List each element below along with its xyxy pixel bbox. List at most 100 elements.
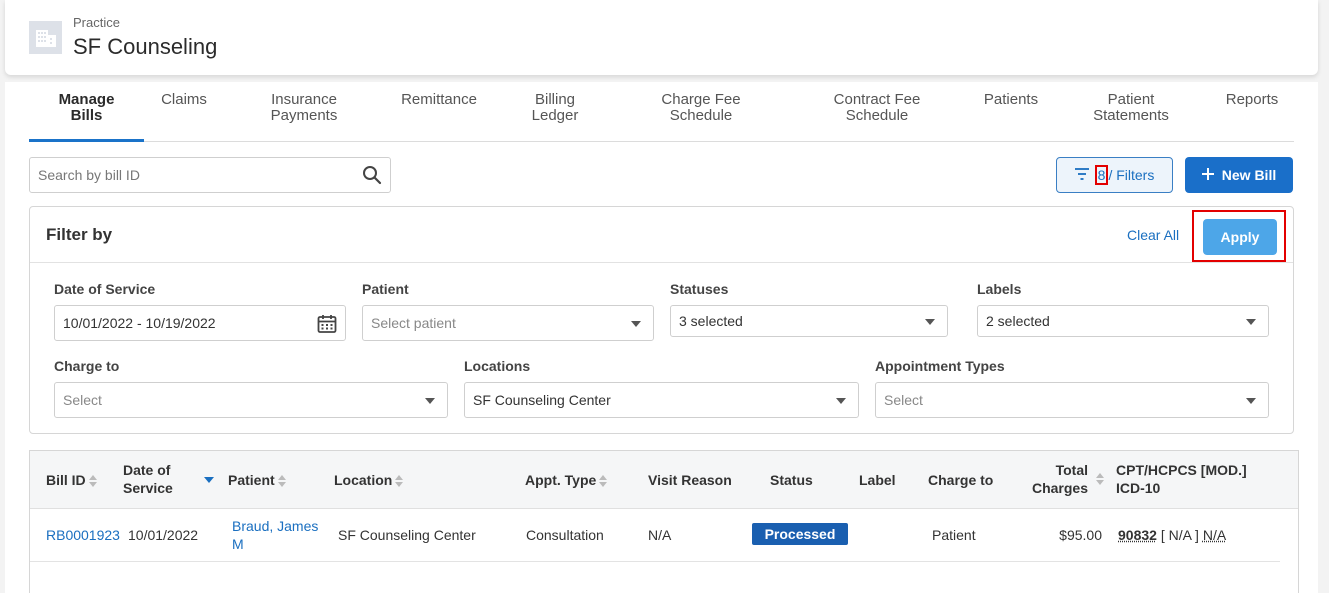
status-badge: Processed (752, 523, 848, 545)
sort-icon[interactable] (88, 475, 97, 488)
calendar-icon[interactable] (317, 314, 337, 337)
tab-claims[interactable]: Claims (149, 92, 219, 108)
tab-label: Billing (534, 91, 576, 108)
cpt-code[interactable]: 90832 (1118, 527, 1157, 543)
column-header-label: Service (123, 480, 173, 496)
chevron-down-icon (425, 398, 435, 404)
apply-highlight-box: Apply (1192, 210, 1286, 262)
appointment-types-label: Appointment Types (875, 358, 1005, 374)
apply-button[interactable]: Apply (1203, 219, 1277, 255)
col-patient[interactable]: Patient (228, 471, 286, 489)
appointment-types-select[interactable]: Select (875, 382, 1269, 418)
tab-patient-statements[interactable]: Patient Statements (1081, 92, 1181, 124)
date-of-service-cell: 10/01/2022 (128, 527, 199, 543)
filters-button[interactable]: 8/ Filters (1056, 157, 1173, 193)
patient-name: M (232, 536, 244, 552)
tab-label: Patient (1107, 91, 1155, 108)
total-charges-cell: $95.00 (1059, 527, 1102, 543)
location-cell: SF Counseling Center (338, 527, 476, 543)
clear-all-link[interactable]: Clear All (1127, 227, 1179, 243)
chevron-down-icon (836, 398, 846, 404)
charge-to-cell: Patient (932, 527, 976, 543)
column-header-label: Charges (1031, 480, 1088, 496)
patient-filter-label: Patient (362, 281, 409, 297)
chevron-down-icon (1246, 319, 1256, 325)
tab-billing-ledger[interactable]: Billing Ledger (515, 92, 595, 124)
col-bill-id[interactable]: Bill ID (46, 471, 97, 489)
appointment-types-select-value: Select (884, 392, 923, 408)
col-date-of-service[interactable]: Date of Service (123, 461, 173, 497)
main-content: Manage Bills Claims Insurance Payments R… (5, 82, 1318, 593)
tab-label: Patients (983, 91, 1039, 108)
tab-remittance[interactable]: Remittance (389, 92, 489, 108)
appt-type-cell: Consultation (526, 527, 604, 543)
patient-link[interactable]: Braud, James M (232, 517, 318, 553)
locations-select[interactable]: SF Counseling Center (464, 382, 859, 418)
icd-code[interactable]: N/A (1203, 527, 1226, 543)
active-tab-indicator (29, 139, 144, 142)
col-appt-type[interactable]: Appt. Type (525, 471, 608, 489)
charge-to-label: Charge to (54, 358, 120, 374)
new-bill-button[interactable]: New Bill (1185, 157, 1293, 193)
column-header-label: Bill ID (46, 472, 86, 488)
tab-insurance-payments[interactable]: Insurance Payments (254, 92, 354, 124)
col-charge-to: Charge to (928, 472, 994, 488)
plus-icon (1201, 167, 1214, 183)
tab-charge-fee-schedule[interactable]: Charge Fee Schedule (641, 92, 761, 124)
statuses-label: Statuses (670, 281, 729, 297)
bill-search-box (29, 157, 391, 193)
sort-icon[interactable] (277, 475, 286, 488)
chevron-down-icon (631, 321, 641, 327)
column-header-label: ICD-10 (1116, 480, 1161, 496)
search-input[interactable] (30, 158, 350, 192)
labels-select[interactable]: 2 selected (977, 305, 1269, 337)
locations-label: Locations (464, 358, 531, 374)
tab-label: Reports (1225, 91, 1279, 108)
tab-label: Statements (1093, 107, 1169, 124)
date-of-service-field[interactable]: 10/01/2022 - 10/19/2022 (54, 305, 346, 341)
patient-name: Braud, James (232, 518, 319, 534)
column-header-label: Location (334, 472, 393, 488)
column-header-label: Appt. Type (525, 472, 597, 488)
tab-contract-fee-schedule[interactable]: Contract Fee Schedule (817, 92, 937, 124)
tab-label: Ledger (531, 107, 579, 124)
column-header-label: Patient (228, 472, 275, 488)
tab-label: Schedule (669, 107, 733, 124)
col-total-charges[interactable]: Total Charges (1030, 461, 1088, 497)
building-icon (29, 21, 62, 54)
filter-count-badge: 8 (1094, 165, 1109, 185)
bill-id-link[interactable]: RB0001923 (46, 526, 120, 544)
table-header: Bill ID Date of Service Patient Location … (30, 451, 1298, 509)
chevron-down-icon (925, 319, 935, 325)
col-label: Label (859, 472, 896, 488)
sort-icon[interactable] (395, 475, 404, 488)
sort-icon[interactable] (1096, 473, 1104, 485)
tab-label: Insurance (271, 91, 337, 108)
filter-panel-header: Filter by Clear All Apply (30, 207, 1293, 263)
patient-select[interactable]: Select patient (362, 305, 654, 341)
statuses-select[interactable]: 3 selected (670, 305, 948, 337)
tab-patients[interactable]: Patients (971, 92, 1051, 108)
patient-select-value: Select patient (371, 315, 456, 331)
sort-icon[interactable] (599, 475, 608, 488)
table-row[interactable]: RB0001923 10/01/2022 Braud, James M SF Co… (30, 509, 1280, 562)
tab-reports[interactable]: Reports (1212, 92, 1292, 108)
cpt-icd-cell: 90832 [ N/A ] N/A (1118, 526, 1226, 544)
column-header-label: CPT/HCPCS [MOD.] (1116, 462, 1247, 478)
sort-desc-icon[interactable] (204, 477, 214, 483)
tab-label: Manage (58, 91, 115, 108)
charge-to-select[interactable]: Select (54, 382, 448, 418)
col-cpt-icd: CPT/HCPCS [MOD.] ICD-10 (1116, 461, 1247, 497)
tab-label: Charge Fee (661, 91, 741, 108)
search-icon[interactable] (362, 165, 382, 190)
tab-bar: Manage Bills Claims Insurance Payments R… (29, 82, 1294, 142)
tab-label: Payments (270, 107, 338, 124)
tab-label: Remittance (401, 91, 477, 108)
col-location[interactable]: Location (334, 471, 404, 489)
tab-manage-bills[interactable]: Manage Bills (29, 92, 144, 124)
date-range-value: 10/01/2022 - 10/19/2022 (63, 315, 216, 331)
tab-label: Contract Fee (833, 91, 921, 108)
col-visit-reason: Visit Reason (648, 472, 732, 488)
bills-table: Bill ID Date of Service Patient Location … (29, 450, 1299, 593)
col-status: Status (770, 472, 813, 488)
